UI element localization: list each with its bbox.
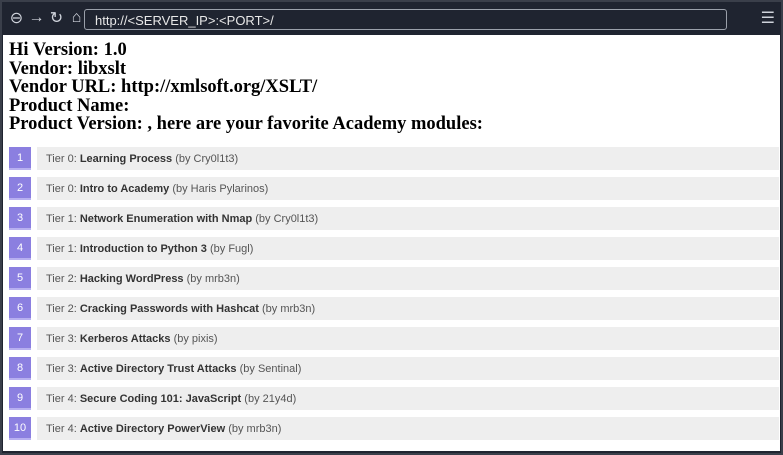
module-number: 9 (9, 387, 31, 410)
module-tier: Tier 3: (46, 332, 80, 345)
module-entry: Tier 3: Kerberos Attacks (by pixis) (37, 327, 779, 350)
module-author: (by mrb3n) (258, 302, 316, 315)
module-tier: Tier 0: (46, 182, 80, 195)
list-item: 8 Tier 3: Active Directory Trust Attacks … (9, 357, 779, 380)
info-line: Product Version: , here are your favorit… (9, 114, 483, 134)
module-author: (by mrb3n) (225, 422, 282, 435)
module-name: Kerberos Attacks (79, 332, 171, 345)
module-entry: Tier 0: Intro to Academy (by Haris Pylar… (37, 177, 779, 200)
module-tier: Tier 3: (46, 362, 80, 375)
module-number: 7 (9, 327, 31, 350)
module-tier: Tier 2: (46, 302, 80, 315)
back-icon[interactable]: ⊖ (8, 8, 25, 28)
info-line: Vendor URL: http://xmlsoft.org/XSLT/ (9, 77, 318, 97)
module-entry: Tier 4: Secure Coding 101: JavaScript (b… (37, 387, 779, 410)
version-info: Hi Version: 1.0 Vendor: libxslt Vendor U… (3, 35, 780, 134)
module-author: (by Sentinal) (236, 362, 302, 375)
module-tier: Tier 1: (46, 242, 80, 255)
module-number: 4 (9, 237, 31, 260)
module-name: Intro to Academy (79, 182, 170, 195)
module-number: 8 (9, 357, 31, 380)
list-item: 10 Tier 4: Active Directory PowerView (by… (9, 417, 779, 440)
menu-icon[interactable]: ☰ (761, 8, 775, 28)
module-entry: Tier 4: Active Directory PowerView (by m… (37, 417, 779, 440)
module-author: (by mrb3n) (183, 272, 240, 285)
module-tier: Tier 4: (46, 422, 80, 435)
module-name: Learning Process (79, 152, 173, 165)
info-line: Product Name: (9, 95, 130, 116)
module-tier: Tier 0: (46, 152, 80, 165)
module-author: (by 21y4d) (241, 392, 297, 405)
list-item: 5 Tier 2: Hacking WordPress (by mrb3n) (9, 267, 779, 290)
module-author: (by Cry0l1t3) (172, 152, 239, 165)
module-entry: Tier 2: Cracking Passwords with Hashcat … (37, 297, 779, 320)
module-entry: Tier 1: Network Enumeration with Nmap (b… (37, 207, 779, 230)
module-author: (by Haris Pylarinos) (169, 182, 269, 195)
list-item: 7 Tier 3: Kerberos Attacks (by pixis) (9, 327, 779, 350)
list-item: 9 Tier 4: Secure Coding 101: JavaScript (… (9, 387, 779, 410)
info-line: Vendor: libxslt (9, 58, 127, 79)
module-number: 3 (9, 207, 31, 230)
module-entry: Tier 1: Introduction to Python 3 (by Fug… (37, 237, 779, 260)
module-name: Active Directory Trust Attacks (79, 362, 237, 375)
module-number: 10 (9, 417, 31, 440)
module-name: Network Enumeration with Nmap (79, 212, 253, 225)
module-name: Cracking Passwords with Hashcat (79, 302, 259, 315)
browser-toolbar: ⊖ → ↻ ⌂ http://<SERVER_IP>:<PORT>/ ☰ (2, 2, 781, 34)
module-list: 1 Tier 0: Learning Process (by Cry0l1t3) 2… (9, 147, 779, 447)
module-name: Active Directory PowerView (79, 422, 226, 435)
module-name: Secure Coding 101: JavaScript (79, 392, 242, 405)
module-tier: Tier 2: (46, 272, 80, 285)
home-icon[interactable]: ⌂ (68, 9, 85, 27)
module-number: 5 (9, 267, 31, 290)
module-entry: Tier 0: Learning Process (by Cry0l1t3) (37, 147, 779, 170)
module-name: Hacking WordPress (79, 272, 184, 285)
list-item: 2 Tier 0: Intro to Academy (by Haris Pyla… (9, 177, 779, 200)
list-item: 6 Tier 2: Cracking Passwords with Hashcat… (9, 297, 779, 320)
module-number: 2 (9, 177, 31, 200)
module-tier: Tier 1: (46, 212, 80, 225)
module-name: Introduction to Python 3 (79, 242, 207, 255)
info-line: Hi Version: 1.0 (9, 40, 127, 60)
module-number: 1 (9, 147, 31, 170)
list-item: 3 Tier 1: Network Enumeration with Nmap (… (9, 207, 779, 230)
module-author: (by Cry0l1t3) (252, 212, 319, 225)
module-tier: Tier 4: (46, 392, 80, 405)
module-author: (by Fugl) (206, 242, 254, 255)
forward-icon[interactable]: → (28, 9, 45, 27)
list-item: 4 Tier 1: Introduction to Python 3 (by Fu… (9, 237, 779, 260)
module-entry: Tier 2: Hacking WordPress (by mrb3n) (37, 267, 779, 290)
module-entry: Tier 3: Active Directory Trust Attacks (… (37, 357, 779, 380)
list-item: 1 Tier 0: Learning Process (by Cry0l1t3) (9, 147, 779, 170)
page-content: Hi Version: 1.0 Vendor: libxslt Vendor U… (3, 35, 780, 451)
module-author: (by pixis) (170, 332, 218, 345)
reload-icon[interactable]: ↻ (48, 8, 65, 28)
url-bar[interactable]: http://<SERVER_IP>:<PORT>/ (84, 9, 727, 30)
module-number: 6 (9, 297, 31, 320)
